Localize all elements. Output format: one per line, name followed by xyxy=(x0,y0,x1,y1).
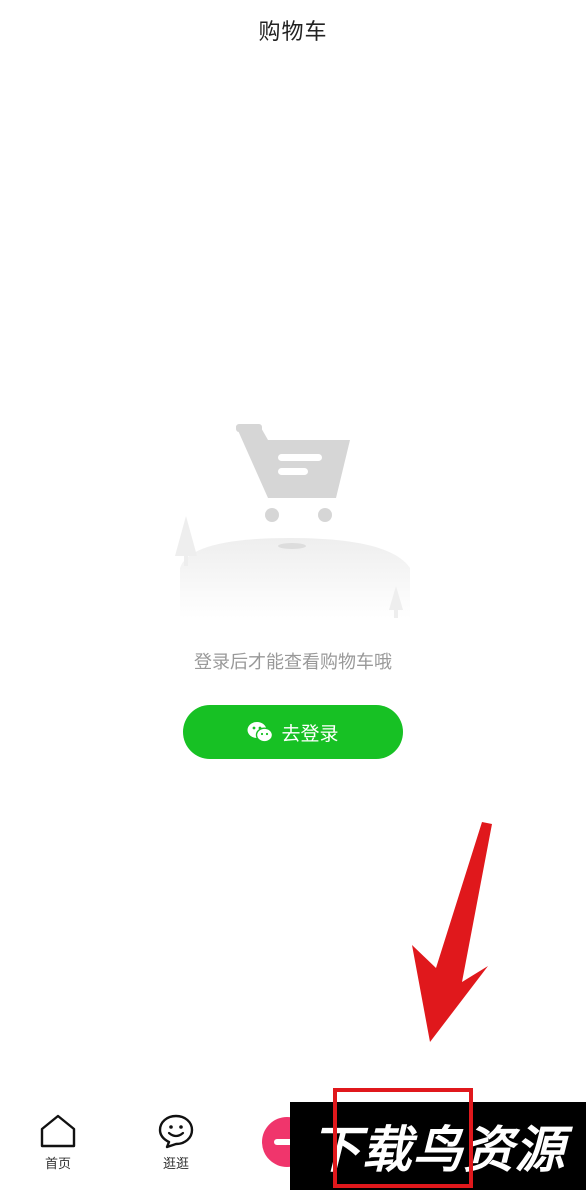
login-button-label: 去登录 xyxy=(281,722,339,745)
page-title: 购物车 xyxy=(258,20,328,45)
tab-home[interactable]: 首页 xyxy=(28,1113,88,1172)
tab-browse-label: 逛逛 xyxy=(162,1157,189,1172)
tab-browse[interactable]: 逛逛 xyxy=(146,1113,206,1172)
red-arrow-annotation xyxy=(412,822,492,1042)
tab-home-label: 首页 xyxy=(44,1157,71,1172)
empty-cart-message: 登录后才能查看购物车哦 xyxy=(194,652,392,673)
empty-cart-illustration xyxy=(175,424,410,618)
highlight-box-cart-tab xyxy=(333,1088,473,1188)
home-icon xyxy=(40,1114,76,1148)
wechat-icon xyxy=(247,722,274,743)
wechat-login-button[interactable]: 去登录 xyxy=(183,705,403,759)
smile-icon xyxy=(158,1114,194,1149)
